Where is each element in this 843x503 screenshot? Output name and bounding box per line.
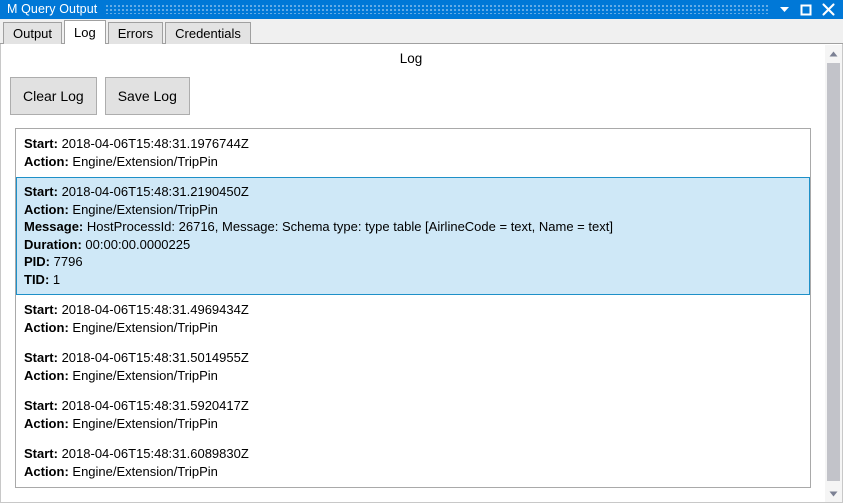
log-field-label: Start: [24, 446, 58, 461]
log-field-value: 2018-04-06T15:48:31.2190450Z [61, 184, 249, 199]
log-field: PID: 7796 [24, 253, 802, 271]
log-field: Start: 2018-04-06T15:48:31.1976744Z [24, 135, 802, 153]
log-field-value: Engine/Extension/TripPin [72, 367, 218, 383]
log-field-label: Start: [24, 398, 58, 413]
scroll-up-arrow-icon[interactable] [825, 45, 842, 62]
log-field: Start: 2018-04-06T15:48:31.6089830Z [24, 445, 802, 463]
log-field-value: HostProcessId: 26716, Message: Schema ty… [86, 219, 613, 234]
log-field-label: Start: [24, 302, 58, 317]
tab-strip: Output Log Errors Credentials [0, 19, 843, 44]
log-field-value: 1 [52, 271, 61, 287]
scrollbar-track[interactable] [825, 62, 842, 485]
log-field-value: 2018-04-06T15:48:31.6089830Z [61, 446, 249, 461]
log-field: Start: 2018-04-06T15:48:31.5014955Z [24, 349, 802, 367]
clear-log-button[interactable]: Clear Log [10, 77, 97, 115]
log-field-label: Action: [24, 319, 69, 335]
log-field-label: Message: [24, 219, 84, 234]
tab-output[interactable]: Output [3, 22, 63, 44]
vertical-scrollbar[interactable] [825, 45, 842, 502]
log-field: Start: 2018-04-06T15:48:31.5920417Z [24, 397, 802, 415]
log-entry-list[interactable]: Start: 2018-04-06T15:48:31.1976744Z Actio… [15, 128, 811, 488]
log-field: Action: Engine/Extension/TripPin [24, 153, 802, 171]
maximize-icon[interactable] [795, 0, 817, 19]
log-field-label: Action: [24, 367, 69, 383]
log-field: Start: 2018-04-06T15:48:31.2190450Z [24, 183, 802, 201]
log-toolbar: Clear Log Save Log [10, 77, 190, 115]
window-controls [773, 0, 839, 19]
log-entry[interactable]: Start: 2018-04-06T15:48:31.1976744Z Actio… [16, 129, 810, 177]
log-field-value: 2018-04-06T15:48:31.1976744Z [61, 136, 249, 151]
log-field-label: Action: [24, 153, 69, 169]
log-field-value: Engine/Extension/TripPin [72, 153, 218, 169]
window-drag-grip[interactable] [106, 5, 769, 14]
log-field-label: TID: [24, 271, 50, 287]
log-field-label: Start: [24, 184, 58, 199]
log-field: Action: Engine/Extension/TripPin [24, 319, 802, 337]
log-field-value: Engine/Extension/TripPin [72, 463, 218, 479]
log-field-label: Start: [24, 136, 58, 151]
log-entry[interactable]: Start: 2018-04-06T15:48:31.2190450Z Actio… [16, 177, 810, 295]
tab-errors[interactable]: Errors [107, 22, 164, 44]
window-title: M Query Output [7, 2, 98, 16]
m-query-output-window: M Query Output Output Log Errors Credent… [0, 0, 843, 503]
log-field-value: 2018-04-06T15:48:31.5920417Z [61, 398, 249, 413]
log-field-label: Action: [24, 415, 69, 431]
title-bar: M Query Output [0, 0, 843, 19]
log-field-value: 2018-04-06T15:48:31.5014955Z [61, 350, 249, 365]
log-field: TID: 1 [24, 271, 802, 289]
log-field: Action: Engine/Extension/TripPin [24, 201, 802, 219]
minimize-icon[interactable] [773, 0, 795, 19]
log-field-label: Action: [24, 201, 69, 217]
log-field: Action: Engine/Extension/TripPin [24, 463, 802, 481]
page-title: Log [399, 51, 423, 66]
tab-log[interactable]: Log [64, 20, 106, 44]
log-field-value: 7796 [53, 254, 83, 269]
log-field: Action: Engine/Extension/TripPin [24, 415, 802, 433]
log-field-value: 2018-04-06T15:48:31.4969434Z [61, 302, 249, 317]
tab-credentials[interactable]: Credentials [165, 22, 251, 44]
log-entry[interactable]: Start: 2018-04-06T15:48:31.4969434Z Actio… [16, 295, 810, 343]
log-field-label: Duration: [24, 236, 82, 252]
log-field-value: Engine/Extension/TripPin [72, 201, 218, 217]
save-log-button[interactable]: Save Log [104, 77, 190, 115]
log-field-label: Action: [24, 463, 69, 479]
close-icon[interactable] [817, 0, 839, 19]
log-entry[interactable]: Start: 2018-04-06T15:48:31.6089830Z Actio… [16, 439, 810, 487]
log-tab-panel: Log Clear Log Save Log Start: 2018-04-06… [0, 44, 843, 503]
log-field: Duration: 00:00:00.0000225 [24, 236, 802, 254]
log-entry[interactable]: Start: 2018-04-06T15:48:31.5014955Z Actio… [16, 343, 810, 391]
scroll-down-arrow-icon[interactable] [825, 485, 842, 502]
log-field: Start: 2018-04-06T15:48:31.4969434Z [24, 301, 802, 319]
log-field: Message: HostProcessId: 26716, Message: … [24, 218, 802, 236]
log-field-value: 00:00:00.0000225 [85, 236, 191, 252]
log-field-label: Start: [24, 350, 58, 365]
log-entry[interactable]: Start: 2018-04-06T15:48:31.5920417Z Actio… [16, 391, 810, 439]
scrollbar-thumb[interactable] [827, 63, 840, 481]
log-field-label: PID: [24, 254, 50, 269]
log-field-value: Engine/Extension/TripPin [72, 415, 218, 431]
log-field-value: Engine/Extension/TripPin [72, 319, 218, 335]
log-field: Action: Engine/Extension/TripPin [24, 367, 802, 385]
